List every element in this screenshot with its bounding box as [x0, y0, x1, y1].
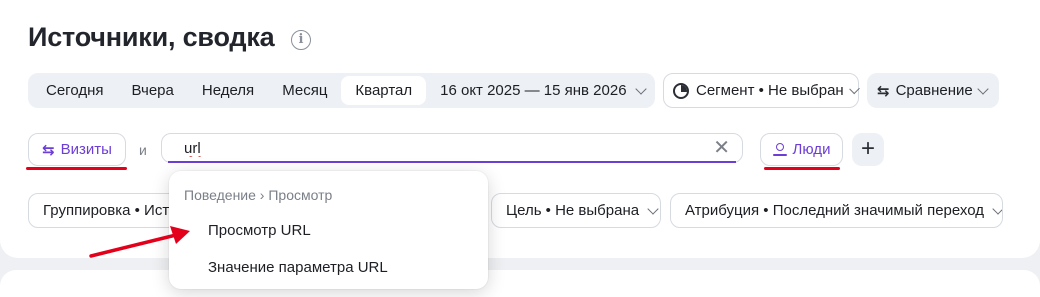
- segment-label: Сегмент • Не выбран: [696, 82, 844, 99]
- tab-week[interactable]: Неделя: [188, 76, 268, 105]
- suggestion-item[interactable]: Значение параметра URL: [208, 259, 388, 276]
- visits-label: Визиты: [60, 141, 112, 158]
- chevron-down-icon: [977, 82, 989, 95]
- people-button[interactable]: Люди: [760, 133, 843, 166]
- goal-select[interactable]: Цель • Не выбрана: [491, 193, 661, 228]
- filter-search-input[interactable]: [184, 138, 704, 158]
- segment-select[interactable]: Сегмент • Не выбран: [663, 73, 860, 108]
- content-card: [0, 270, 1040, 297]
- page-title: Источники, сводка: [28, 22, 275, 52]
- info-icon[interactable]: i: [291, 30, 311, 50]
- focus-underline: [168, 161, 736, 163]
- annotation-underline: [26, 167, 127, 170]
- swap-icon: ⇆: [877, 82, 890, 100]
- pie-chart-icon: [673, 82, 689, 99]
- swap-icon: ⇆: [42, 141, 55, 159]
- goal-label: Цель • Не выбрана: [506, 202, 640, 219]
- period-tabs: Сегодня Вчера Неделя Месяц Квартал 16 ок…: [28, 73, 655, 108]
- tab-month[interactable]: Месяц: [268, 76, 341, 105]
- and-label: и: [139, 142, 147, 158]
- visits-button[interactable]: ⇆ Визиты: [28, 133, 126, 166]
- people-label: Люди: [792, 141, 831, 158]
- date-range-picker[interactable]: 16 окт 2025 — 15 янв 2026: [426, 76, 658, 105]
- annotation-arrow: [89, 226, 190, 258]
- chevron-down-icon: [634, 82, 647, 95]
- person-icon: [772, 142, 787, 157]
- chevron-down-icon: [992, 202, 1002, 215]
- suggestion-dropdown: Поведение › Просмотр Просмотр URL Значен…: [169, 171, 488, 289]
- tab-quarter[interactable]: Квартал: [341, 76, 427, 105]
- suggestion-item[interactable]: Просмотр URL: [208, 222, 311, 239]
- breadcrumb: Поведение › Просмотр: [184, 187, 333, 203]
- close-icon[interactable]: ✕: [713, 137, 730, 159]
- chevron-down-icon: [848, 83, 860, 94]
- attribution-label: Атрибуция • Последний значимый переход: [685, 202, 984, 219]
- add-filter-button[interactable]: +: [852, 133, 884, 166]
- date-range-label: 16 окт 2025 — 15 янв 2026: [440, 82, 627, 99]
- annotation-underline: [764, 167, 840, 170]
- attribution-select[interactable]: Атрибуция • Последний значимый переход: [670, 193, 1003, 228]
- compare-button[interactable]: ⇆ Сравнение: [867, 73, 999, 108]
- tab-today[interactable]: Сегодня: [32, 76, 118, 105]
- chevron-down-icon: [647, 202, 659, 215]
- grouping-label: Группировка • Исто: [43, 202, 178, 219]
- filter-search-field[interactable]: ✕: [161, 133, 743, 163]
- tab-yesterday[interactable]: Вчера: [118, 76, 188, 105]
- compare-label: Сравнение: [895, 82, 973, 99]
